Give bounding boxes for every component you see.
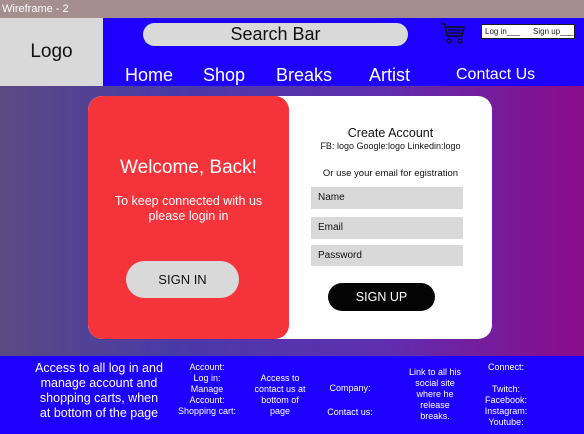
nav-home[interactable]: Home [125,65,173,86]
footer-company: Company: Contact us: [318,376,382,424]
search-input[interactable]: Search Bar [143,23,408,46]
nav-artist[interactable]: Artist [369,65,410,86]
footer-intro: Access to all log in and manage account … [26,361,172,421]
window-title: Wireframe - 2 [0,0,584,18]
header: Logo Search Bar Log in___ Sign up___ Hom… [0,18,584,86]
logo[interactable]: Logo [0,18,103,86]
name-field[interactable]: Name [311,187,463,209]
email-field[interactable]: Email [311,217,463,239]
footer-company-link[interactable]: Company: [318,376,382,400]
welcome-panel: Welcome, Back! To keep connected with us… [88,96,289,339]
password-field[interactable]: Password [311,245,463,266]
footer-youtube-link[interactable]: Youtube: [477,417,535,428]
create-account-title: Create Account [347,126,434,140]
footer-login-link[interactable]: Log in: [172,373,242,384]
footer-connect: Connect: Twitch: Facebook: Instagram: Yo… [477,362,535,428]
signup-link[interactable]: Sign up___ [533,25,573,38]
footer-artist-link: Link to all his social site where he rel… [398,367,472,422]
footer-connect-spacer [477,373,535,384]
login-link[interactable]: Log in___ [485,25,520,38]
welcome-subtitle-line: To keep connected with us [114,194,263,208]
footer-contact-note-line: page [269,406,291,416]
footer-contact-note-line: bottom of [261,395,299,405]
footer-artist-link-line: Link to all his [408,367,462,377]
welcome-title: Welcome, Back! [120,157,257,178]
sign-in-button[interactable]: SIGN IN [126,261,239,298]
footer-intro-line: manage account and [40,376,158,390]
footer-artist-link-line: breaks. [420,411,450,421]
footer-contact-note: Access to contact us at bottom of page [246,373,314,417]
footer-contact-us-link[interactable]: Contact us: [318,400,382,424]
footer-account-heading: Account: [189,362,225,372]
main-area: Welcome, Back! To keep connected with us… [0,86,584,356]
footer-twitch-link[interactable]: Twitch: [477,384,535,395]
social-logins[interactable]: FB: logo Google:logo Linkedin:logo [289,141,492,151]
footer-artist-link-line: where he [416,389,454,399]
footer-facebook-link[interactable]: Facebook: [477,395,535,406]
nav-shop[interactable]: Shop [203,65,245,86]
footer-manage-link[interactable]: Account: [172,395,242,406]
footer-intro-line: at bottom of the page [39,406,159,420]
nav-breaks[interactable]: Breaks [276,65,332,86]
shopping-cart-icon[interactable] [440,22,466,46]
nav-contact-us[interactable]: Contact Us [456,66,535,84]
welcome-subtitle-line: please login in [148,209,229,223]
auth-card: Welcome, Back! To keep connected with us… [88,96,492,339]
email-registration-text: Or use your email for egistration [322,168,459,179]
footer-cart-link[interactable]: Shopping cart: [172,406,242,417]
footer-intro-line: shopping carts, when [39,391,159,405]
footer-instagram-link[interactable]: Instagram: [477,406,535,417]
footer-artist-link-line: release [420,400,450,410]
welcome-subtitle: To keep connected with us please login i… [98,194,279,224]
footer-manage-link[interactable]: Manage [172,384,242,395]
footer-contact-note-line: Access to [260,373,300,383]
footer-artist-link-line: social site [415,378,455,388]
footer-connect-heading: Connect: [487,362,525,372]
footer: Access to all log in and manage account … [0,356,584,434]
auth-links: Log in___ Sign up___ [481,24,575,39]
footer-account: Account: Log in: Manage Account: Shoppin… [172,362,242,417]
sign-up-button[interactable]: SIGN UP [328,283,435,311]
footer-contact-note-line: contact us at [254,384,306,394]
footer-intro-line: Access to all log in and [35,361,163,375]
